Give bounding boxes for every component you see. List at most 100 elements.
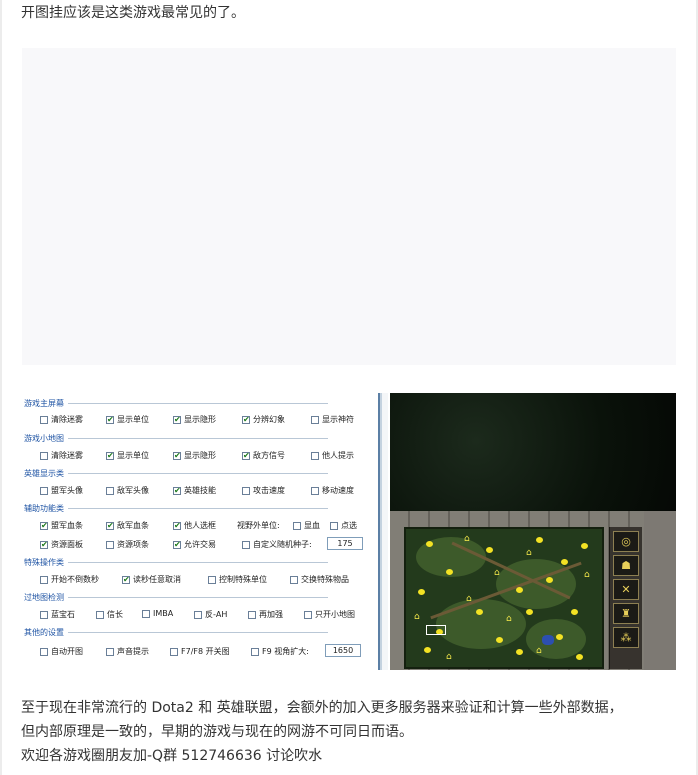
checkbox[interactable] (251, 647, 259, 656)
panel-border (370, 393, 388, 670)
checkbox[interactable] (208, 575, 216, 584)
checkbox-option[interactable]: 清除迷雾 (40, 450, 83, 461)
checkbox-option[interactable]: 资源项条 (106, 539, 149, 550)
checkbox[interactable]: ✔ (173, 451, 181, 460)
checkbox-option[interactable]: ✔ 他人选框 (173, 520, 216, 531)
checkbox-option[interactable]: 自动开图 (40, 646, 83, 657)
checkbox[interactable] (142, 609, 150, 618)
checkbox[interactable] (194, 610, 202, 619)
checkbox[interactable] (40, 486, 48, 495)
checkbox-option[interactable]: 蓝宝石 (40, 609, 75, 620)
checkbox-option[interactable]: ✔ 敌军血条 (106, 520, 149, 531)
label-offscreen-units: 视野外单位: (237, 521, 280, 530)
section-title: 英雄显示类 (24, 468, 328, 479)
checkbox-option[interactable]: ✔ 分辨幻象 (242, 414, 285, 425)
creeps-icon[interactable]: ⁂ (613, 627, 639, 648)
crossed-swords-icon[interactable]: ✕ (613, 579, 639, 600)
minimap[interactable]: ⌂ ⌂ ⌂ ⌂ ⌂ ⌂ ⌂ ⌂ ⌂ (404, 527, 604, 669)
seed-input[interactable]: 175 (327, 537, 363, 550)
checkbox[interactable]: ✔ (173, 540, 181, 549)
checkbox-option[interactable]: F9 视角扩大: (251, 646, 309, 657)
checkbox[interactable]: ✔ (173, 486, 181, 495)
checkbox-option[interactable]: 信长 (96, 609, 123, 620)
checkbox-option[interactable]: 交换特殊物品 (290, 574, 349, 585)
checkbox[interactable]: ✔ (122, 575, 130, 584)
checkbox[interactable] (40, 575, 48, 584)
paragraph: 欢迎各游戏圈朋友加-Q群 512746636 讨论吹水 (21, 748, 323, 764)
checkbox-option[interactable]: 显示神符 (311, 414, 354, 425)
image-placeholder (22, 48, 676, 365)
left-border (0, 0, 2, 775)
game-forest (390, 393, 676, 513)
ally-icon[interactable]: ☗ (613, 555, 639, 576)
checkbox[interactable] (40, 610, 48, 619)
checkbox-option[interactable]: ✔ 显示单位 (106, 450, 149, 461)
checkbox[interactable] (304, 610, 312, 619)
checkbox[interactable] (242, 540, 250, 549)
checkbox-option[interactable]: ✔ 英雄技能 (173, 485, 216, 496)
checkbox[interactable]: ✔ (40, 540, 48, 549)
checkbox-option[interactable]: 点选 (330, 520, 357, 531)
intro-text: 开图挂应该是这类游戏最常见的了。 (21, 5, 245, 21)
signal-icon[interactable]: ◎ (613, 531, 639, 552)
paragraph: 至于现在非常流行的 Dota2 和 英雄联盟，会额外的加入更多服务器来验证和计算… (21, 700, 623, 716)
checkbox-option[interactable]: 显血 (293, 520, 320, 531)
checkbox-option[interactable]: ✔ 读秒任意取消 (122, 574, 181, 585)
checkbox-option[interactable]: 清除迷雾 (40, 414, 83, 425)
checkbox[interactable] (106, 647, 114, 656)
checkbox-option[interactable]: 再加强 (248, 609, 283, 620)
checkbox-option[interactable]: 盟军头像 (40, 485, 83, 496)
checkbox-option[interactable]: 控制特殊单位 (208, 574, 267, 585)
checkbox[interactable] (40, 451, 48, 460)
checkbox-option[interactable]: ✔ 敌方信号 (242, 450, 285, 461)
checkbox-option[interactable]: ✔ 显示隐形 (173, 450, 216, 461)
checkbox[interactable]: ✔ (242, 415, 250, 424)
checkbox-option[interactable]: F7/F8 开关图 (170, 646, 230, 657)
section-title: 其他的设置 (24, 627, 328, 638)
checkbox[interactable] (106, 540, 114, 549)
checkbox[interactable] (96, 610, 104, 619)
game-pillar (644, 511, 676, 670)
checkbox[interactable] (293, 521, 301, 530)
checkbox[interactable]: ✔ (40, 521, 48, 530)
minimap-buttons: ◎ ☗ ✕ ♜ ⁂ (609, 527, 642, 669)
checkbox[interactable]: ✔ (173, 521, 181, 530)
checkbox-option[interactable]: 声音提示 (106, 646, 149, 657)
checkbox-option[interactable]: 移动速度 (311, 485, 354, 496)
checkbox[interactable] (311, 415, 319, 424)
checkbox-option[interactable]: ✔ 显示单位 (106, 414, 149, 425)
checkbox[interactable] (248, 610, 256, 619)
checkbox-option[interactable]: 自定义随机种子: (242, 539, 312, 550)
section-title: 特殊操作类 (24, 557, 328, 568)
checkbox-option[interactable]: IMBA (142, 609, 173, 618)
checkbox[interactable] (170, 647, 178, 656)
checkbox[interactable] (242, 486, 250, 495)
section-title: 游戏主屏幕 (24, 398, 328, 409)
checkbox[interactable]: ✔ (242, 451, 250, 460)
checkbox-option[interactable]: 攻击速度 (242, 485, 285, 496)
checkbox[interactable]: ✔ (106, 451, 114, 460)
checkbox[interactable] (106, 486, 114, 495)
checkbox[interactable]: ✔ (173, 415, 181, 424)
checkbox-option[interactable]: 反-AH (194, 609, 227, 620)
checkbox-option[interactable]: ✔ 盟军血条 (40, 520, 83, 531)
checkbox[interactable] (311, 451, 319, 460)
game-view: ⌂ ⌂ ⌂ ⌂ ⌂ ⌂ ⌂ ⌂ ⌂ ◎ ☗ ✕ ♜ ⁂ (390, 393, 676, 670)
checkbox[interactable]: ✔ (106, 415, 114, 424)
checkbox[interactable] (40, 647, 48, 656)
checkbox-option[interactable]: 敌军头像 (106, 485, 149, 496)
checkbox[interactable] (40, 415, 48, 424)
checkbox-option[interactable]: 只开小地图 (304, 609, 355, 620)
checkbox-option[interactable]: 开始不倒数秒 (40, 574, 99, 585)
checkbox[interactable]: ✔ (106, 521, 114, 530)
checkbox-option[interactable]: ✔ 资源面板 (40, 539, 83, 550)
checkbox[interactable] (311, 486, 319, 495)
checkbox-option[interactable]: 他人提示 (311, 450, 354, 461)
checkbox-option[interactable]: ✔ 显示隐形 (173, 414, 216, 425)
checkbox-option[interactable]: ✔ 允许交易 (173, 539, 216, 550)
formation-icon[interactable]: ♜ (613, 603, 639, 624)
zoom-input[interactable]: 1650 (325, 644, 361, 657)
checkbox[interactable] (290, 575, 298, 584)
paragraph: 但内部原理是一致的，早期的游戏与现在的网游不可同日而语。 (21, 724, 413, 740)
checkbox[interactable] (330, 521, 338, 530)
